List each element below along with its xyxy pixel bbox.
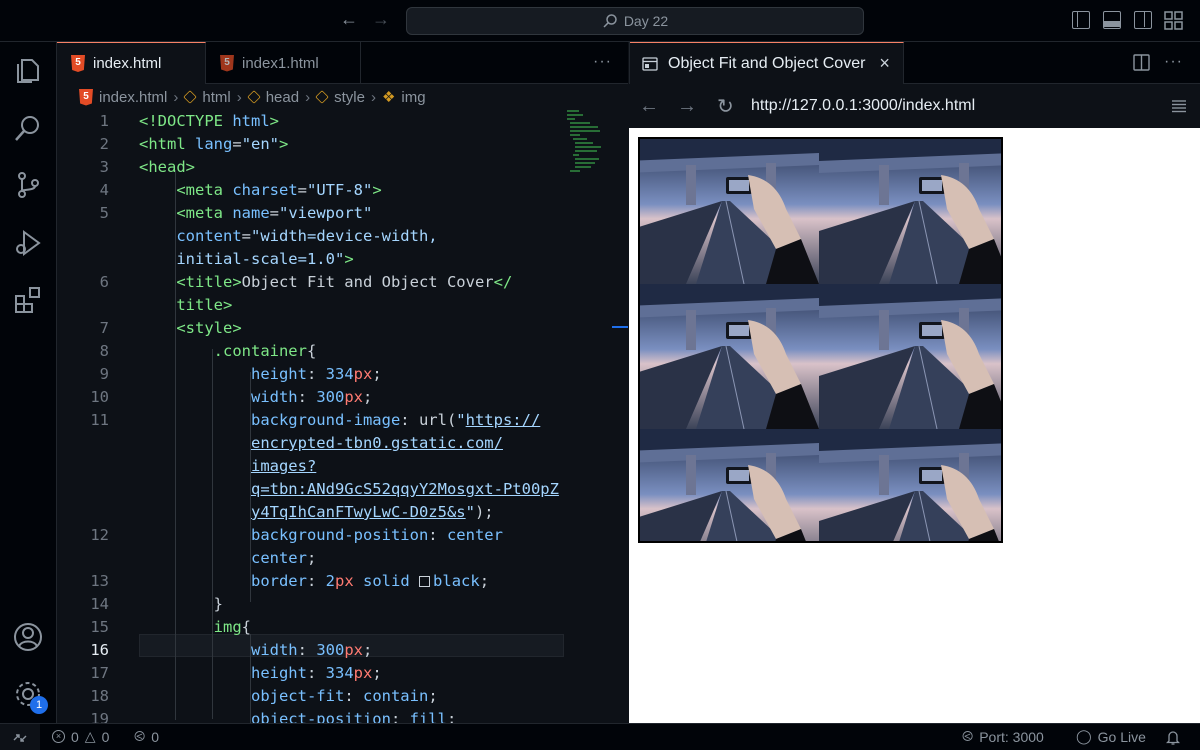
ports-indicator[interactable]: ⧀ 0: [134, 728, 159, 745]
breadcrumb-style[interactable]: style: [315, 89, 365, 106]
html5-icon: 5: [79, 88, 93, 106]
selector-icon: ❖: [381, 89, 396, 106]
notifications-bell-icon[interactable]: [1166, 730, 1180, 745]
tab-index1-html[interactable]: 5 index1.html: [206, 42, 361, 84]
code-line: center;: [250, 549, 317, 567]
command-center-text: Day 22: [623, 13, 669, 29]
toggle-panel-icon[interactable]: [1103, 11, 1121, 29]
explorer-icon[interactable]: [12, 54, 44, 86]
command-center-search[interactable]: Day 22: [406, 7, 864, 35]
breadcrumb: 5 index.html › html › head › style › ❖ img: [57, 84, 628, 110]
search-icon[interactable]: [12, 112, 44, 144]
code-line: 13 border: 2px solid black;: [90, 572, 490, 590]
code-line: 17 height: 334px;: [90, 664, 382, 682]
code-line: 18 object-fit: contain;: [90, 687, 438, 705]
code-line: 2 <html lang="en">: [99, 135, 289, 153]
back-arrow-icon[interactable]: ←: [340, 9, 358, 30]
preview-tab-label: Object Fit and Object Cover: [668, 54, 866, 72]
run-and-debug-icon[interactable]: [12, 227, 44, 259]
scroll-indicator: [612, 326, 628, 328]
split-editor-icon[interactable]: [1133, 54, 1150, 71]
container-tiled-background-image: [638, 137, 1003, 543]
code-line: 10 width: 300px;: [90, 388, 373, 406]
reload-icon[interactable]: ↻: [717, 94, 734, 119]
code-line: q=tbn:ANd9GcS52qqyY2Mosgxt-Pt00pZ: [250, 480, 559, 498]
code-line: content="width=device-width,: [176, 227, 438, 245]
forward-arrow-icon[interactable]: →: [372, 9, 390, 30]
editor-tab-bar: 5 index.html 5 index1.html ···: [57, 42, 628, 84]
chevron-right-icon: ›: [370, 88, 376, 106]
tab-index-html[interactable]: 5 index.html: [57, 42, 206, 84]
remote-indicator[interactable]: [0, 724, 40, 750]
preview-navigation-bar: ← → ↻ http://127.0.0.1:3000/index.html: [629, 84, 1200, 128]
search-icon: [603, 14, 617, 28]
title-bar: ← → Day 22: [0, 0, 1200, 42]
customize-layout-icon[interactable]: [1164, 11, 1183, 30]
broadcast-icon: ⧀: [134, 728, 146, 744]
code-line: 9 height: 334px;: [99, 365, 382, 383]
code-line: 4 <meta charset="UTF-8">: [99, 181, 382, 199]
breadcrumb-img[interactable]: ❖ img: [381, 88, 426, 107]
code-line: 14 }: [90, 595, 223, 613]
extensions-icon[interactable]: [12, 284, 44, 316]
code-editor[interactable]: 1 <!DOCTYPE html> 2 <html lang="en"> 3 <hea…: [57, 110, 628, 728]
code-line: 12 background-position: center: [90, 526, 503, 544]
code-line: title>: [176, 296, 233, 314]
preview-webview[interactable]: [629, 128, 1200, 723]
breadcrumb-file[interactable]: 5 index.html: [79, 88, 167, 106]
preview-tab-bar: Object Fit and Object Cover × ···: [629, 42, 1200, 84]
code-line: encrypted-tbn0.gstatic.com/: [250, 434, 503, 452]
source-control-icon[interactable]: [12, 169, 44, 201]
code-line: 6 <title>Object Fit and Object Cover</: [99, 273, 513, 291]
go-live-icon: ◯: [1076, 728, 1092, 744]
forward-arrow-icon[interactable]: →: [677, 95, 697, 118]
tab-label: index.html: [93, 55, 162, 72]
code-line: 15 img{: [90, 618, 251, 636]
code-line: 7 <style>: [99, 319, 242, 337]
back-arrow-icon[interactable]: ←: [639, 95, 659, 118]
close-icon[interactable]: ×: [879, 53, 890, 74]
menu-icon[interactable]: [1171, 99, 1187, 113]
html5-icon: 5: [220, 54, 234, 72]
chevron-right-icon: ›: [236, 88, 242, 106]
code-line: images?: [250, 457, 317, 475]
toggle-secondary-sidebar-icon[interactable]: [1134, 11, 1152, 29]
code-line: 3 <head>: [99, 158, 195, 176]
html5-icon: 5: [71, 55, 85, 72]
element-icon: [246, 90, 261, 104]
breadcrumb-html[interactable]: html: [183, 89, 231, 106]
breadcrumb-head[interactable]: head: [246, 89, 299, 106]
code-line-current: 16 width: 300px;: [90, 641, 373, 659]
remote-icon: [13, 733, 27, 742]
url-field[interactable]: http://127.0.0.1:3000/index.html: [751, 97, 975, 115]
accounts-icon[interactable]: [12, 621, 44, 653]
code-line: 11 background-image: url("https://: [90, 411, 541, 429]
tab-label: index1.html: [242, 54, 319, 72]
code-line: initial-scale=1.0">: [176, 250, 354, 268]
code-line: 5 <meta name="viewport": [99, 204, 373, 222]
error-icon: ×: [52, 730, 65, 743]
code-line: 1 <!DOCTYPE html>: [99, 112, 280, 130]
toggle-primary-sidebar-icon[interactable]: [1072, 11, 1090, 29]
go-live-button[interactable]: ◯ Go Live: [1076, 728, 1146, 745]
warning-icon: △: [84, 728, 96, 744]
activity-bar: 1: [0, 42, 57, 723]
more-actions-icon[interactable]: ···: [593, 53, 612, 71]
tiled-photo-image: [640, 139, 1001, 541]
broadcast-icon: ⧀: [962, 728, 974, 744]
more-actions-icon[interactable]: ···: [1164, 53, 1183, 71]
chevron-right-icon: ›: [305, 88, 311, 106]
problems-indicator[interactable]: × 0 △ 0: [52, 728, 109, 745]
settings-badge: 1: [30, 696, 48, 714]
element-icon: [315, 90, 329, 104]
minimap[interactable]: [565, 110, 605, 180]
tab-preview[interactable]: Object Fit and Object Cover ×: [630, 42, 904, 84]
status-bar: × 0 △ 0 ⧀ 0 ⧀ Port: 3000 ◯ Go Live: [0, 723, 1200, 750]
chevron-right-icon: ›: [173, 88, 179, 106]
browser-preview-icon: [642, 56, 658, 71]
element-icon: [183, 90, 198, 104]
code-line: 8 .container{: [99, 342, 317, 360]
code-line: y4TqIhCanFTwyLwC-D0z5&s");: [250, 503, 494, 521]
port-status[interactable]: ⧀ Port: 3000: [962, 728, 1044, 745]
